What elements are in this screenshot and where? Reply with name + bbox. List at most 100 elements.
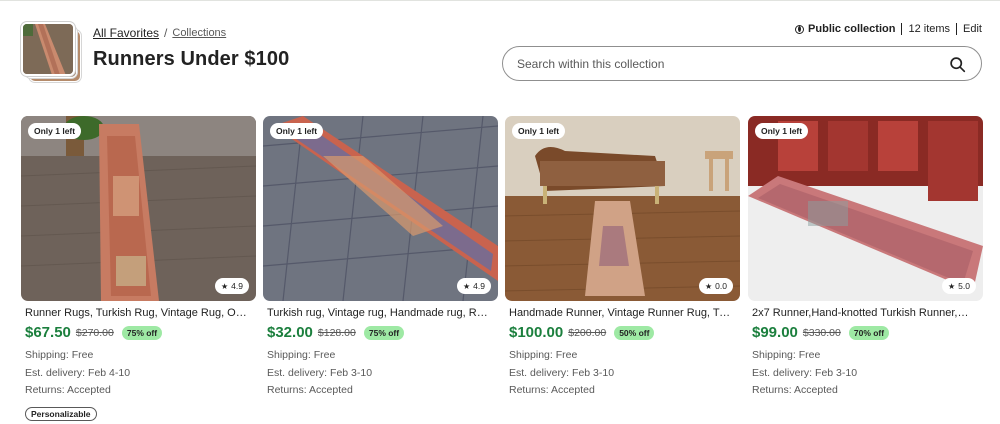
sale-price: $67.50 bbox=[25, 324, 71, 341]
listing-image[interactable]: Only 1 left ★ 4.9 bbox=[21, 116, 256, 301]
returns-row: Returns: Accepted bbox=[267, 382, 498, 400]
thumbnail-image bbox=[21, 22, 75, 76]
discount-badge: 75% off bbox=[363, 325, 405, 340]
listing-image[interactable]: Only 1 left ★ 4.9 bbox=[263, 116, 498, 301]
shipping-row: Shipping: Free bbox=[267, 347, 498, 365]
shipping-row: Shipping: Free bbox=[25, 347, 256, 365]
rating-badge: ★ 0.0 bbox=[699, 278, 733, 294]
shipping-value: Free bbox=[798, 349, 821, 361]
returns-row: Returns: Accepted bbox=[509, 382, 740, 400]
delivery-row: Est. delivery: Feb 3-10 bbox=[509, 365, 740, 383]
star-icon: ★ bbox=[463, 281, 471, 291]
collection-thumbnail bbox=[21, 22, 83, 84]
delivery-label: Est. delivery: bbox=[509, 366, 570, 379]
item-count: 12 items bbox=[908, 23, 951, 35]
listing-title[interactable]: Handmade Runner, Vintage Runner Rug, Tur… bbox=[505, 307, 731, 319]
original-price: $330.00 bbox=[802, 326, 841, 339]
star-icon: ★ bbox=[948, 281, 956, 291]
listing-details: Shipping: Free Est. delivery: Feb 3-10 R… bbox=[748, 347, 983, 400]
price-row: $67.50 $270.00 75% off bbox=[21, 324, 256, 341]
visibility-label: Public collection bbox=[808, 23, 896, 35]
returns-value: Accepted bbox=[67, 384, 111, 396]
collection-meta: Public collection 12 items Edit bbox=[795, 23, 982, 35]
delivery-row: Est. delivery: Feb 4-10 bbox=[25, 365, 256, 383]
shipping-value: Free bbox=[71, 349, 94, 361]
rating-value: 5.0 bbox=[958, 281, 970, 291]
delivery-row: Est. delivery: Feb 3-10 bbox=[752, 365, 983, 383]
listing-details: Shipping: Free Est. delivery: Feb 3-10 R… bbox=[505, 347, 740, 400]
rating-badge: ★ 4.9 bbox=[215, 278, 249, 294]
returns-value: Accepted bbox=[551, 384, 595, 396]
star-icon: ★ bbox=[705, 281, 713, 291]
meta-divider bbox=[901, 23, 903, 35]
listing-title[interactable]: Runner Rugs, Turkish Rug, Vintage Rug, O… bbox=[21, 307, 247, 319]
returns-label: Returns: bbox=[509, 384, 549, 396]
listing-card[interactable]: Only 1 left ★ 5.0 2x7 Runner,Hand-knotte… bbox=[748, 116, 983, 400]
sale-price: $100.00 bbox=[509, 324, 564, 341]
globe-icon bbox=[795, 24, 805, 34]
shipping-label: Shipping: bbox=[752, 349, 796, 361]
page-title: Runners Under $100 bbox=[93, 48, 290, 70]
breadcrumb-collections-link[interactable]: Collections bbox=[172, 27, 226, 39]
delivery-label: Est. delivery: bbox=[267, 366, 328, 379]
personalizable-tag: Personalizable bbox=[25, 406, 97, 421]
returns-label: Returns: bbox=[267, 384, 307, 396]
search-input[interactable]: Search within this collection bbox=[502, 46, 982, 81]
price-row: $32.00 $128.00 75% off bbox=[263, 324, 498, 341]
listing-image[interactable]: Only 1 left ★ 0.0 bbox=[505, 116, 740, 301]
original-price: $128.00 bbox=[317, 326, 356, 339]
shipping-value: Free bbox=[555, 349, 578, 361]
returns-row: Returns: Accepted bbox=[752, 382, 983, 400]
returns-label: Returns: bbox=[25, 384, 65, 396]
original-price: $200.00 bbox=[568, 326, 607, 339]
rating-value: 0.0 bbox=[715, 281, 727, 291]
delivery-label: Est. delivery: bbox=[25, 366, 86, 379]
discount-badge: 70% off bbox=[848, 325, 890, 340]
listing-image[interactable]: Only 1 left ★ 5.0 bbox=[748, 116, 983, 301]
discount-badge: 50% off bbox=[614, 325, 655, 340]
returns-label: Returns: bbox=[752, 384, 792, 396]
price-row: $100.00 $200.00 50% off bbox=[505, 324, 740, 341]
rating-value: 4.9 bbox=[473, 281, 485, 291]
top-divider bbox=[0, 0, 1000, 1]
listing-details: Shipping: Free Est. delivery: Feb 4-10 R… bbox=[21, 347, 256, 400]
listing-details: Shipping: Free Est. delivery: Feb 3-10 R… bbox=[263, 347, 498, 400]
star-icon: ★ bbox=[221, 281, 229, 291]
shipping-row: Shipping: Free bbox=[752, 347, 983, 365]
search-icon[interactable] bbox=[949, 56, 966, 73]
shipping-label: Shipping: bbox=[267, 349, 311, 361]
returns-value: Accepted bbox=[794, 384, 838, 396]
delivery-value: Feb 3-10 bbox=[572, 366, 615, 379]
only-one-left-badge: Only 1 left bbox=[270, 123, 324, 139]
only-one-left-badge: Only 1 left bbox=[28, 123, 82, 139]
discount-badge: 75% off bbox=[121, 325, 163, 340]
listing-card[interactable]: Only 1 left ★ 4.9 Runner Rugs, Turkish R… bbox=[21, 116, 256, 422]
breadcrumb-separator: / bbox=[164, 26, 168, 40]
only-one-left-badge: Only 1 left bbox=[512, 123, 566, 139]
shipping-row: Shipping: Free bbox=[509, 347, 740, 365]
listing-title[interactable]: Turkish rug, Vintage rug, Handmade rug, … bbox=[263, 307, 489, 319]
listing-card[interactable]: Only 1 left ★ 0.0 Handmade Runner, Vinta… bbox=[505, 116, 740, 400]
delivery-label: Est. delivery: bbox=[752, 366, 813, 379]
shipping-value: Free bbox=[313, 349, 336, 361]
search-placeholder: Search within this collection bbox=[517, 57, 665, 71]
listing-title[interactable]: 2x7 Runner,Hand-knotted Turkish Runner,O… bbox=[748, 307, 974, 319]
listing-card[interactable]: Only 1 left ★ 4.9 Turkish rug, Vintage r… bbox=[263, 116, 498, 400]
rating-badge: ★ 4.9 bbox=[457, 278, 491, 294]
rating-badge: ★ 5.0 bbox=[942, 278, 976, 294]
shipping-label: Shipping: bbox=[509, 349, 553, 361]
only-one-left-badge: Only 1 left bbox=[755, 123, 809, 139]
shipping-label: Shipping: bbox=[25, 349, 69, 361]
returns-row: Returns: Accepted bbox=[25, 382, 256, 400]
breadcrumb-all-favorites-link[interactable]: All Favorites bbox=[93, 26, 159, 40]
breadcrumb: All Favorites / Collections bbox=[93, 26, 226, 40]
sale-price: $32.00 bbox=[267, 324, 313, 341]
delivery-value: Feb 3-10 bbox=[815, 366, 858, 379]
sale-price: $99.00 bbox=[752, 324, 798, 341]
delivery-value: Feb 3-10 bbox=[330, 366, 373, 379]
meta-divider bbox=[956, 23, 958, 35]
returns-value: Accepted bbox=[309, 384, 353, 396]
delivery-value: Feb 4-10 bbox=[88, 366, 131, 379]
edit-link[interactable]: Edit bbox=[963, 23, 982, 35]
original-price: $270.00 bbox=[75, 326, 114, 339]
